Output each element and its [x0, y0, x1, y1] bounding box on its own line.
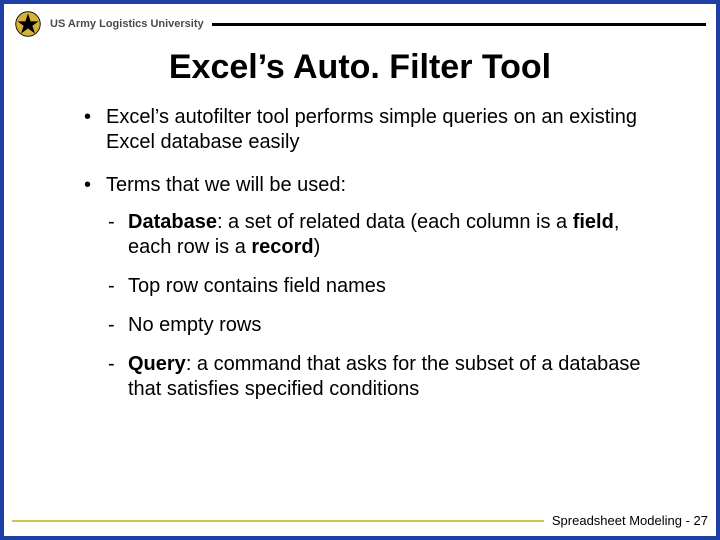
- list-item: Top row contains field names: [106, 274, 666, 299]
- org-name: US Army Logistics University: [50, 18, 204, 30]
- list-item-text: Excel’s autofilter tool performs simple …: [106, 106, 637, 153]
- slide: US Army Logistics University Excel’s Aut…: [0, 0, 720, 540]
- list-item: Database: a set of related data (each co…: [106, 210, 666, 260]
- bullet-list: Excel’s autofilter tool performs simple …: [84, 105, 666, 402]
- footer-text: Spreadsheet Modeling - 27: [552, 513, 708, 528]
- list-item: Excel’s autofilter tool performs simple …: [84, 105, 666, 155]
- list-item-text: Terms that we will be used:: [106, 174, 346, 196]
- header-rule: [212, 23, 706, 26]
- header: US Army Logistics University: [4, 4, 716, 38]
- sub-bullet-list: Database: a set of related data (each co…: [106, 210, 666, 402]
- list-item-text: Top row contains field names: [128, 275, 386, 297]
- list-item: No empty rows: [106, 313, 666, 338]
- content: Excel’s autofilter tool performs simple …: [4, 105, 716, 402]
- header-bar: US Army Logistics University: [50, 18, 706, 30]
- list-item: Query: a command that asks for the subse…: [106, 352, 666, 402]
- list-item-text: No empty rows: [128, 314, 261, 336]
- list-item-text: Database: a set of related data (each co…: [128, 211, 619, 258]
- footer-rule: [12, 520, 544, 522]
- army-logo-icon: [14, 10, 42, 38]
- footer: Spreadsheet Modeling - 27: [12, 513, 708, 528]
- page-title: Excel’s Auto. Filter Tool: [44, 48, 676, 87]
- list-item-text: Query: a command that asks for the subse…: [128, 353, 641, 400]
- list-item: Terms that we will be used: Database: a …: [84, 173, 666, 402]
